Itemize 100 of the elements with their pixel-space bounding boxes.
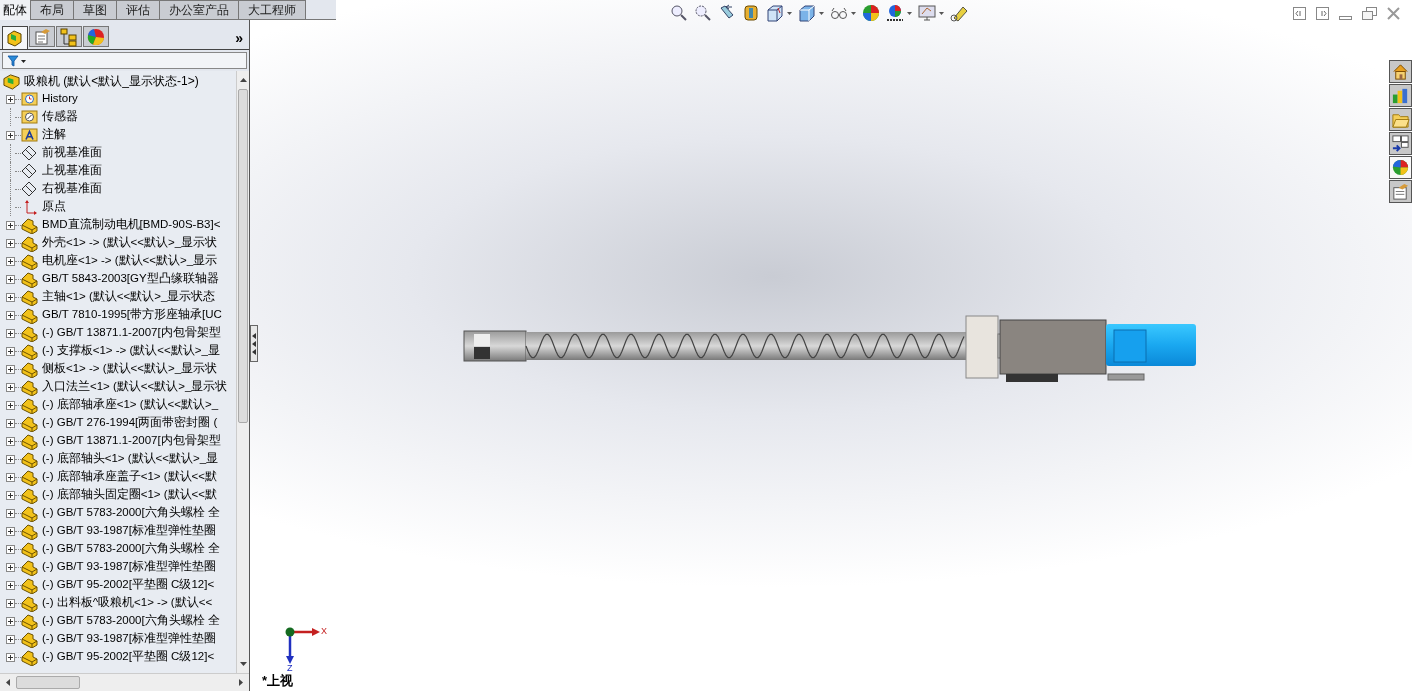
- tree-item[interactable]: (-) GB/T 93-1987[标准型弹性垫圈: [42, 630, 216, 648]
- expand-icon[interactable]: [6, 292, 15, 302]
- tree-item[interactable]: (-) GB/T 13871.1-2007[内包骨架型: [42, 432, 221, 450]
- tree-item[interactable]: (-) GB/T 5783-2000[六角头螺栓 全: [42, 540, 220, 558]
- tree-item[interactable]: 外壳<1> -> (默认<<默认>_显示状: [42, 234, 218, 252]
- origin-dot-icon: [285, 627, 295, 637]
- command-tab[interactable]: 评估: [117, 0, 160, 19]
- part-icon: [21, 486, 38, 504]
- edit-appearance-icon[interactable]: [862, 4, 880, 22]
- expand-icon[interactable]: [6, 130, 15, 140]
- command-tab[interactable]: 草图: [74, 0, 117, 19]
- tree-item[interactable]: 吸粮机 (默认<默认_显示状态-1>): [24, 72, 199, 90]
- splitter-handle[interactable]: [250, 325, 258, 362]
- expand-icon[interactable]: [6, 526, 15, 536]
- expand-icon[interactable]: [6, 652, 15, 662]
- tree-item[interactable]: 入口法兰<1> (默认<<默认>_显示状: [42, 378, 228, 396]
- scroll-right-icon[interactable]: [239, 679, 243, 686]
- tree-item[interactable]: History: [42, 90, 78, 108]
- tree-item[interactable]: 上视基准面: [42, 162, 102, 180]
- part-icon: [21, 468, 38, 486]
- expand-icon[interactable]: [6, 94, 15, 104]
- task-pane-tab[interactable]: [1389, 108, 1412, 131]
- tree-item[interactable]: (-) 底部轴头固定圈<1> (默认<<默: [42, 486, 217, 504]
- tree-item[interactable]: (-) GB/T 95-2002[平垫圈 C级12]<: [42, 648, 215, 666]
- part-icon: [21, 288, 38, 306]
- expand-icon[interactable]: [6, 382, 15, 392]
- expand-icon[interactable]: [6, 238, 15, 248]
- expand-icon[interactable]: [6, 598, 15, 608]
- command-tab[interactable]: 办公室产品: [160, 0, 239, 19]
- view-orientation-dropdown-icon[interactable]: [766, 4, 792, 22]
- tree-item[interactable]: (-) 底部轴承座盖子<1> (默认<<默: [42, 468, 217, 486]
- expand-icon[interactable]: [6, 562, 15, 572]
- scrollbar-thumb[interactable]: [238, 89, 248, 423]
- scrollbar-thumb[interactable]: [16, 676, 80, 689]
- expand-icon[interactable]: [6, 274, 15, 284]
- expand-icon[interactable]: [6, 472, 15, 482]
- expand-icon[interactable]: [6, 580, 15, 590]
- tree-item[interactable]: 传感器: [42, 108, 78, 126]
- tile-right-icon[interactable]: [1316, 7, 1329, 20]
- expand-icon[interactable]: [6, 310, 15, 320]
- task-pane-tab[interactable]: [1389, 84, 1412, 107]
- scroll-left-icon[interactable]: [6, 679, 10, 686]
- tree-item[interactable]: 原点: [42, 198, 66, 216]
- tree-item[interactable]: (-) 底部轴承座<1> (默认<<默认>_: [42, 396, 219, 414]
- expand-icon[interactable]: [6, 220, 15, 230]
- filter-icon[interactable]: [7, 54, 27, 67]
- task-pane-tab[interactable]: [1389, 132, 1412, 155]
- tree-item[interactable]: 右视基准面: [42, 180, 102, 198]
- tree-item[interactable]: (-) 底部轴头<1> (默认<<默认>_显: [42, 450, 219, 468]
- command-tab[interactable]: 配体: [0, 0, 31, 20]
- tree-item[interactable]: (-) GB/T 93-1987[标准型弹性垫圈: [42, 522, 216, 540]
- command-tab[interactable]: 布局: [31, 0, 74, 19]
- tree-item[interactable]: 注解: [42, 126, 66, 144]
- zoom-fit-icon[interactable]: [670, 4, 688, 22]
- expand-icon[interactable]: [6, 454, 15, 464]
- expand-icon[interactable]: [6, 328, 15, 338]
- task-pane-tab[interactable]: [1389, 180, 1412, 203]
- expand-icon[interactable]: [6, 256, 15, 266]
- more-tabs-chevron[interactable]: »: [235, 30, 243, 45]
- expand-icon[interactable]: [6, 418, 15, 428]
- expand-icon[interactable]: [6, 544, 15, 554]
- tree-item[interactable]: 侧板<1> -> (默认<<默认>_显示状: [42, 360, 218, 378]
- expand-icon[interactable]: [6, 400, 15, 410]
- command-tab[interactable]: 大工程师: [239, 0, 306, 19]
- panel-tab[interactable]: [2, 26, 28, 49]
- scroll-down-icon[interactable]: [239, 662, 247, 666]
- restore-icon[interactable]: [1362, 7, 1377, 20]
- vertical-scrollbar[interactable]: [236, 71, 249, 673]
- tree-item[interactable]: (-) GB/T 5783-2000[六角头螺栓 全: [42, 612, 220, 630]
- tree-item[interactable]: (-) GB/T 5783-2000[六角头螺栓 全: [42, 504, 220, 522]
- scroll-up-icon[interactable]: [239, 78, 247, 82]
- tree-item[interactable]: (-) GB/T 93-1987[标准型弹性垫圈: [42, 558, 216, 576]
- tree-item[interactable]: BMD直流制动电机[BMD-90S-B3]<: [42, 216, 221, 234]
- expand-icon[interactable]: [6, 364, 15, 374]
- close-icon[interactable]: [1387, 7, 1400, 20]
- tree-item[interactable]: (-) 出料板^吸粮机<1> -> (默认<<: [42, 594, 213, 612]
- expand-icon[interactable]: [6, 346, 15, 356]
- tree-item[interactable]: (-) GB/T 95-2002[平垫圈 C级12]<: [42, 576, 215, 594]
- task-pane-tab[interactable]: [1389, 60, 1412, 83]
- part-icon: [21, 432, 38, 450]
- tree-item[interactable]: (-) GB/T 13871.1-2007[内包骨架型: [42, 324, 221, 342]
- tree-item[interactable]: (-) GB/T 276-1994[两面带密封圈 (: [42, 414, 218, 432]
- tree-item[interactable]: (-) 支撑板<1> -> (默认<<默认>_显: [42, 342, 220, 360]
- expand-icon[interactable]: [6, 616, 15, 626]
- expand-icon[interactable]: [6, 634, 15, 644]
- panel-tab[interactable]: [56, 26, 82, 47]
- tree-item[interactable]: GB/T 5843-2003[GY型凸缘联轴器: [42, 270, 219, 288]
- expand-icon[interactable]: [6, 508, 15, 518]
- tree-item[interactable]: 前视基准面: [42, 144, 102, 162]
- horizontal-scrollbar[interactable]: [0, 673, 249, 691]
- tile-left-icon[interactable]: [1293, 7, 1306, 20]
- tree-item[interactable]: 电机座<1> -> (默认<<默认>_显示: [42, 252, 218, 270]
- expand-icon[interactable]: [6, 436, 15, 446]
- zoom-area-icon[interactable]: [694, 4, 712, 22]
- expand-icon[interactable]: [6, 490, 15, 500]
- task-pane-tab[interactable]: [1389, 156, 1412, 179]
- tree-item[interactable]: GB/T 7810-1995[带方形座轴承[UC: [42, 306, 222, 324]
- display-style-dropdown-icon[interactable]: [798, 4, 824, 22]
- panel-tab[interactable]: [29, 26, 55, 47]
- tree-item[interactable]: 主轴<1> (默认<<默认>_显示状态: [42, 288, 216, 306]
